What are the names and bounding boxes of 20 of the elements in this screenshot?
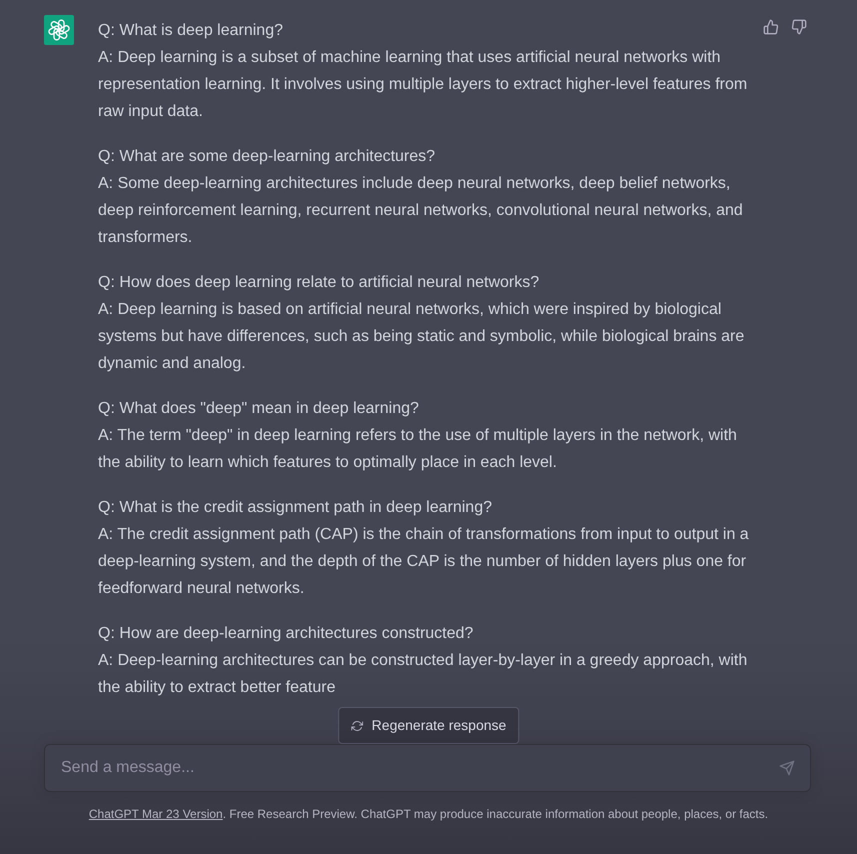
question-text: Q: What are some deep-learning architectures? [98,147,436,167]
question-text: Q: How does deep learning relate to artificial neural networks? [98,273,540,293]
question-text: Q: How are deep-learning architectures constructed? [98,624,474,644]
answer-text: A: The term "deep" in deep learning refers to the use of multiple layers in the network, with the ability to learn which features to optimally place in each level. [98,426,738,473]
question-text: Q: What is the credit assignment path in deep learning? [98,498,493,518]
answer-text: A: Deep-learning architectures can be constructed layer-by-layer in a greedy approach, with the ability to extract better feature [98,651,748,698]
answer-text: A: Deep learning is based on artificial neural networks, which were inspired by biological systems but have differences, such as being static and symbolic, while biological brains are dynamic and analog. [98,300,746,374]
answer-text: A: Some deep-learning architectures include deep neural networks, deep belief networks, deep reinforcement learning, recurrent neural networks, convolutional neural networks, and transformers. [98,174,744,248]
answer-text: A: Deep learning is a subset of machine learning that uses artificial neural networks with representation learning. It involves using multiple layers to extract higher-level features from raw input data. [98,48,748,122]
answer-text: A: The credit assignment path (CAP) is the chain of transformations from input to output in a deep-learning system, and the depth of the CAP is the number of hidden layers plus one for feedforward neural networks. [98,525,750,599]
refresh-icon [350,720,363,732]
disclaimer-text: ChatGPT Mar 23 Version. Free Research Preview. ChatGPT may produce inaccurate information about people, places, or facts. [88,806,768,822]
regenerate-button[interactable]: Regenerate response [338,707,520,744]
message-input[interactable]: Send a message... [44,744,811,792]
logo-icon [44,15,74,45]
question-text: Q: What is deep learning? [98,21,284,41]
version-link[interactable]: ChatGPT Mar 23 Version [88,807,223,821]
question-text: Q: What does "deep" mean in deep learning? [98,399,420,419]
thumbs-up-icon[interactable] [763,19,779,35]
thumbs-down-icon[interactable] [791,19,807,35]
